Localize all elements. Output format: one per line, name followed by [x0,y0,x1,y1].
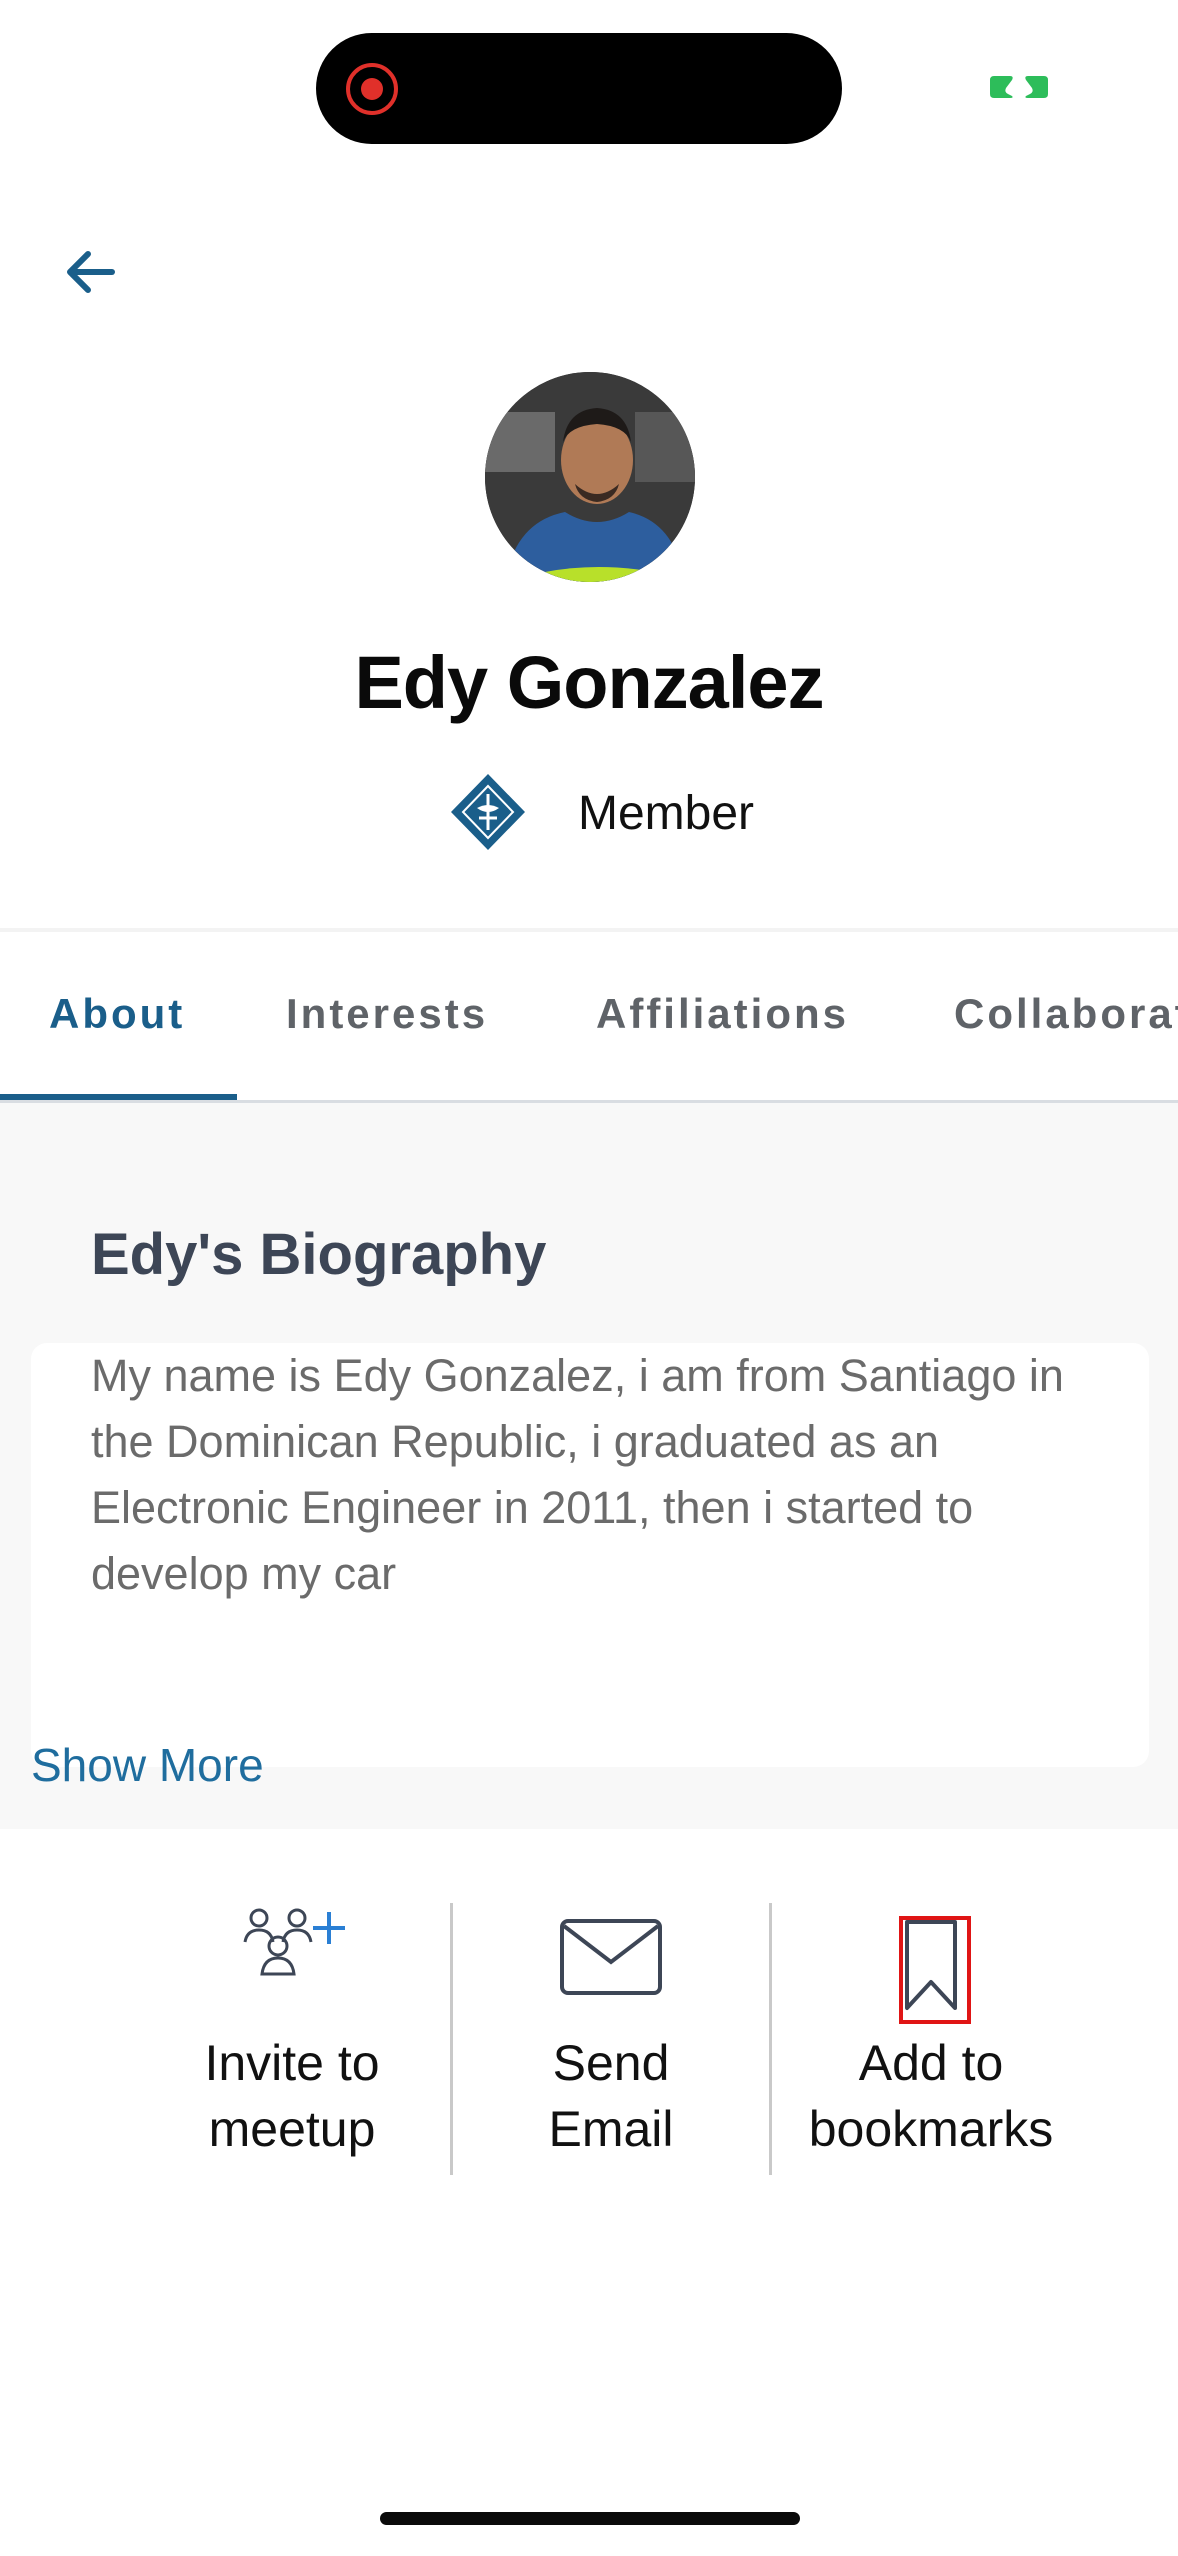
send-email-label: Send Email [548,2035,674,2157]
biography-card: My name is Edy Gonzalez, i am from Santi… [31,1343,1149,1767]
highlight-box [899,1916,971,2024]
add-to-bookmarks-label: Add to bookmarks [808,2035,1054,2157]
member-role-row: Member [0,772,1178,852]
back-button[interactable] [50,232,130,312]
send-email-button[interactable]: Send Email [452,1900,770,2180]
member-role-label: Member [578,787,755,840]
tab-affiliations[interactable]: Affiliations [596,990,849,1038]
about-section: Edy's Biography My name is Edy Gonzalez,… [0,1103,1178,1829]
invite-to-meetup-button[interactable]: Invite to meetup [133,1900,451,2180]
invite-group-icon [237,1900,347,1985]
profile-tabs: About Interests Affiliations Collaborate [0,960,1178,1100]
add-to-bookmarks-button[interactable]: Add to bookmarks [772,1900,1090,2180]
biography-heading: Edy's Biography [91,1222,547,1287]
recording-dot-icon [346,63,398,115]
arrow-left-icon [67,251,115,293]
section-divider [0,928,1178,932]
tab-interests[interactable]: Interests [286,990,488,1038]
invite-to-meetup-label: Invite to meetup [204,2035,380,2157]
profile-name: Edy Gonzalez [354,641,824,724]
home-indicator[interactable] [380,2512,800,2525]
tab-about[interactable]: About [49,990,185,1038]
camera-indicator-icon [988,72,1050,102]
avatar [485,372,695,582]
bookmark-icon [899,1916,971,2024]
biography-text: My name is Edy Gonzalez, i am from Santi… [91,1350,1064,1599]
envelope-icon [559,1918,663,2001]
tab-collaborate[interactable]: Collaborate [954,990,1178,1038]
member-diamond-icon [449,772,527,852]
show-more-link[interactable]: Show More [31,1738,264,1792]
